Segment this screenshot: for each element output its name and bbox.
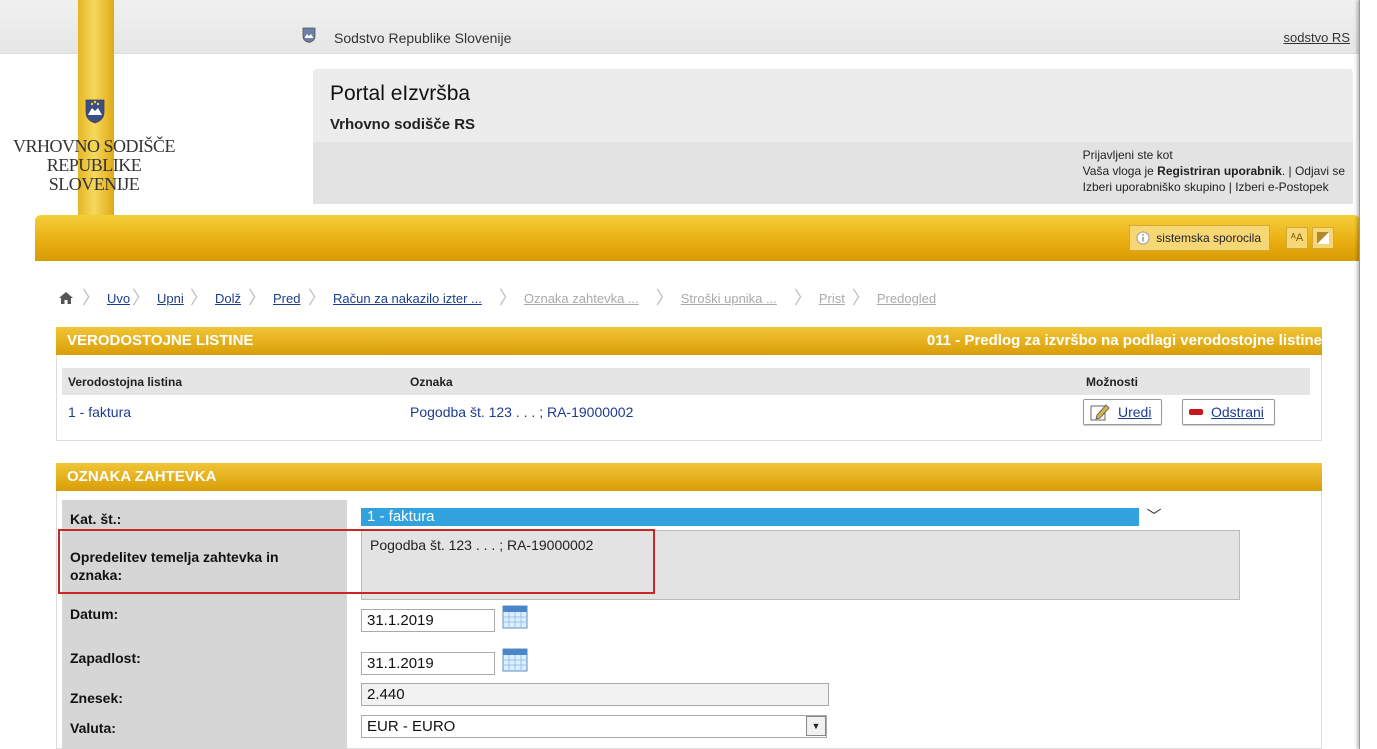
breadcrumb-item-racun[interactable]: Račun za nakazilo izter ... [328,291,487,306]
date-label: Datum: [70,606,119,622]
breadcrumb: 〉 Uvoz 〉 Upni 〉 Dolž 〉 Pred 〉 Račun za n… [58,286,1058,310]
top-bar: Sodstvo Republike Slovenije sodstvo RS [0,0,1360,54]
edit-button[interactable]: Uredi [1083,399,1163,425]
remove-button[interactable]: Odstrani [1182,399,1275,425]
column-header-document: Verodostojna listina [68,375,183,389]
contrast-icon [1317,232,1329,244]
court-logo-text: VRHOVNO SODIŠČE REPUBLIKE SLOVENIJE [12,136,176,194]
column-header-options: Možnosti [1086,375,1138,389]
amount-label: Znesek: [70,690,123,706]
breadcrumb-item-stroski[interactable]: Stroški upnika ... [676,291,782,306]
basis-label: Opredelitev temelja zahtevka in oznaka: [70,549,279,583]
form-label-column [62,500,347,749]
logout-link[interactable]: Odjavi se [1295,164,1345,178]
font-size-icon: ᴬA [1290,232,1304,244]
calendar-icon[interactable] [502,648,528,672]
column-header-mark: Oznaka [410,375,453,389]
portal-subtitle: Vrhovno sodišče RS [330,116,476,133]
breadcrumb-item-uvoz[interactable]: Uvoz [102,291,130,306]
kat-label: Kat. št.: [70,511,122,527]
portal-header: Portal eIzvršba Vrhovno sodišče RS [313,69,1353,142]
choose-group-link[interactable]: Izberi uporabniško skupino [1083,180,1226,194]
home-icon[interactable] [58,291,74,305]
minus-icon [1189,409,1203,415]
choose-procedure-link[interactable]: Izberi e-Postopek [1235,180,1328,194]
site-name: Sodstvo Republike Slovenije [334,30,512,46]
dropdown-arrow-icon[interactable]: ▼ [806,716,826,736]
documents-table-header: Verodostojna listina Oznaka Možnosti [62,368,1310,395]
contrast-button[interactable] [1312,227,1334,249]
supreme-court-crest-icon [85,99,105,124]
font-size-button[interactable]: ᴬA [1286,227,1308,249]
slovenia-crest-icon [302,27,316,43]
kat-select[interactable]: 1 - faktura [361,508,1139,526]
torn-edge [1359,0,1377,749]
user-role: Registriran uporabnik [1157,164,1282,178]
due-date-label: Zapadlost: [70,650,141,666]
section-header-claim: OZNAKA ZAHTEVKA [56,463,1322,491]
row-mark: Pogodba št. 123 . . . ; RA-19000002 [410,404,634,420]
due-date-input[interactable]: 31.1.2019 [361,652,495,675]
breadcrumb-item-predogled[interactable]: Predogled [872,291,941,306]
breadcrumb-item-pristojnost[interactable]: Prist [814,291,850,306]
edit-icon [1090,404,1110,421]
date-input[interactable]: 31.1.2019 [361,609,495,632]
amount-input[interactable]: 2.440 [361,683,829,706]
portal-title: Portal eIzvršba [330,82,471,105]
breadcrumb-item-upnik[interactable]: Upni [152,291,188,306]
breadcrumb-item-dolznik[interactable]: Dolž [210,291,246,306]
currency-select[interactable]: EUR - EURO [361,715,827,738]
basis-textarea[interactable]: Pogodba št. 123 . . . ; RA-19000002 [361,530,1240,600]
sodstvo-link[interactable]: sodstvo RS [1284,30,1350,45]
breadcrumb-item-predlog[interactable]: Pred [268,291,306,306]
calendar-icon[interactable] [502,605,528,629]
info-icon [1136,231,1150,245]
login-info: Prijavljeni ste kot Vaša vloga je Regist… [1082,148,1345,194]
breadcrumb-item-oznaka[interactable]: Oznaka zahtevka ... [519,291,644,306]
currency-label: Valuta: [70,720,116,736]
chevron-down-icon[interactable]: ﹀ [1139,506,1169,528]
system-messages-button[interactable]: sistemska sporocila [1129,225,1270,251]
section-header-documents: VERODOSTOJNE LISTINE 011 - Predlog za iz… [56,327,1322,355]
gold-toolbar: sistemska sporocila ᴬA [35,215,1360,261]
procedure-title: 011 - Predlog za izvršbo na podlagi vero… [926,332,1322,349]
row-document: 1 - faktura [68,404,132,420]
login-panel: Prijavljeni ste kot Vaša vloga je Regist… [313,142,1353,204]
